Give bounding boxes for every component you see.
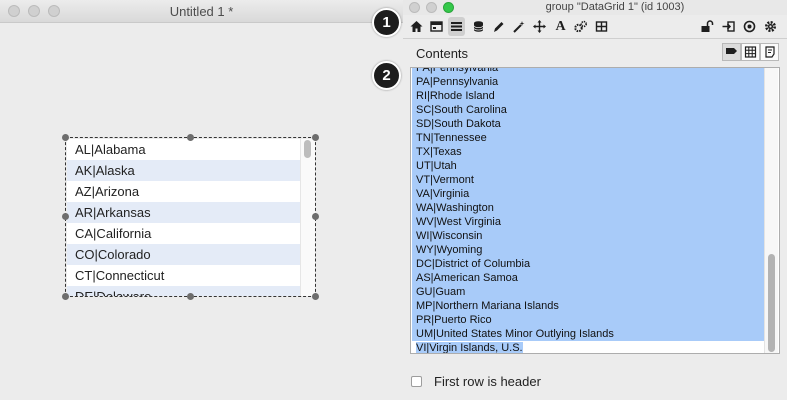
callout-badge: 1 [372, 8, 401, 37]
stack-window: Untitled 1 * AL|Alabama AK|Alaska AZ|Ari… [0, 0, 404, 400]
resize-handle-bottom-left[interactable] [62, 293, 69, 300]
callout-badge: 2 [372, 61, 401, 90]
content-line: VA|Virginia [412, 187, 764, 201]
content-line: WA|Washington [412, 201, 764, 215]
resize-handle-bottom[interactable] [187, 293, 194, 300]
content-line: UM|United States Minor Outlying Islands [412, 327, 764, 341]
content-line: VT|Vermont [412, 173, 764, 187]
first-row-header-label: First row is header [434, 374, 541, 389]
contents-scrollbar-thumb[interactable] [768, 254, 775, 352]
content-line: WV|West Virginia [412, 215, 764, 229]
card-icon[interactable] [428, 17, 445, 36]
pencil-view-icon[interactable] [722, 43, 741, 61]
content-line: SC|South Carolina [412, 103, 764, 117]
content-line: MP|Northern Mariana Islands [412, 299, 764, 313]
home-icon[interactable] [408, 17, 425, 36]
content-line-text: VI|Virgin Islands, U.S. [416, 342, 523, 354]
content-line: SD|South Dakota [412, 117, 764, 131]
selection-outline [65, 137, 316, 297]
content-line: RI|Rhode Island [412, 89, 764, 103]
inspector-toolbar: A [403, 15, 787, 39]
content-line: TX|Texas [412, 145, 764, 159]
content-line: PR|Puerto Rico [412, 313, 764, 327]
content-line: GU|Guam [412, 285, 764, 299]
magic-wand-icon[interactable] [510, 17, 527, 36]
database-icon[interactable] [470, 17, 487, 36]
text-icon[interactable]: A [552, 17, 569, 36]
enter-icon[interactable] [720, 17, 737, 36]
lock-icon[interactable] [698, 17, 715, 36]
content-line: PA|Pennsylvania [412, 75, 764, 89]
resize-handle-top[interactable] [187, 134, 194, 141]
content-line: UT|Utah [412, 159, 764, 173]
content-line: VI|Virgin Islands, U.S. [412, 341, 764, 354]
property-inspector: group "DataGrid 1" (id 1003) A Contents … [403, 0, 787, 400]
inspector-titlebar[interactable]: group "DataGrid 1" (id 1003) [403, 0, 787, 15]
content-line: WY|Wyoming [412, 243, 764, 257]
inspector-title: group "DataGrid 1" (id 1003) [545, 1, 685, 13]
grid-icon[interactable] [593, 17, 610, 36]
contents-field[interactable]: PA|Pennsylvania PA|Pennsylvania RI|Rhode… [410, 67, 780, 354]
content-line: AS|American Samoa [412, 271, 764, 285]
content-line: WI|Wisconsin [412, 229, 764, 243]
gear-icon[interactable] [762, 17, 779, 36]
content-line: PA|Pennsylvania [412, 68, 764, 75]
move-icon[interactable] [531, 17, 548, 36]
list-icon[interactable] [448, 17, 465, 36]
contents-label: Contents [416, 46, 469, 61]
resize-handle-right[interactable] [312, 213, 319, 220]
stack-window-titlebar[interactable]: Untitled 1 * [0, 0, 403, 23]
content-line: TN|Tennessee [412, 131, 764, 145]
script-view-icon[interactable] [760, 43, 779, 61]
resize-handle-top-right[interactable] [312, 134, 319, 141]
table-view-icon[interactable] [741, 43, 760, 61]
resize-handle-left[interactable] [62, 213, 69, 220]
resize-handle-top-left[interactable] [62, 134, 69, 141]
resize-handle-bottom-right[interactable] [312, 293, 319, 300]
contents-scrollbar[interactable] [764, 68, 778, 353]
first-row-header-checkbox[interactable] [411, 376, 422, 387]
target-icon[interactable] [741, 17, 758, 36]
pencil-icon[interactable] [490, 17, 507, 36]
gears-icon[interactable] [572, 17, 589, 36]
stack-window-title: Untitled 1 * [169, 4, 234, 19]
content-line: DC|District of Columbia [412, 257, 764, 271]
